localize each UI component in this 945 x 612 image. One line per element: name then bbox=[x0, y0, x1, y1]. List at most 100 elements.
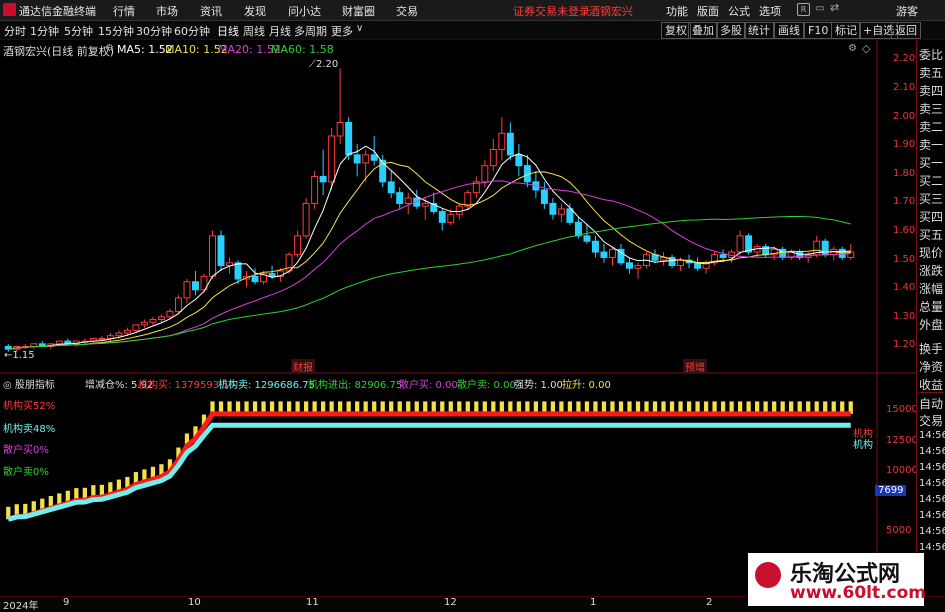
menu-trade[interactable]: 交易 bbox=[396, 3, 418, 19]
candle[interactable] bbox=[557, 208, 565, 215]
candle[interactable] bbox=[719, 254, 727, 258]
candle[interactable] bbox=[626, 262, 633, 269]
candle[interactable] bbox=[353, 154, 361, 164]
tf-60min[interactable]: 60分钟 bbox=[174, 23, 210, 39]
chevron-down-icon[interactable]: ∨ bbox=[356, 23, 363, 34]
candle[interactable] bbox=[736, 235, 744, 253]
swap-icon[interactable]: ⇄ bbox=[830, 1, 839, 14]
tool-back[interactable]: 返回 bbox=[891, 22, 921, 39]
candle[interactable] bbox=[98, 337, 106, 340]
candle[interactable] bbox=[634, 265, 642, 269]
candle[interactable] bbox=[498, 132, 506, 150]
indicator-name[interactable]: ◎ 股朋指标 bbox=[3, 376, 55, 391]
candle[interactable] bbox=[694, 262, 702, 269]
candle[interactable] bbox=[677, 259, 685, 267]
candle[interactable] bbox=[540, 189, 548, 204]
candle[interactable] bbox=[132, 324, 140, 331]
menu-formula[interactable]: 公式 bbox=[728, 3, 750, 19]
menu-market[interactable]: 市场 bbox=[156, 3, 178, 19]
candle[interactable] bbox=[319, 175, 327, 183]
tool-draw[interactable]: 画线 bbox=[774, 22, 804, 39]
candle[interactable] bbox=[234, 262, 242, 280]
tool-f10[interactable]: F10 bbox=[804, 22, 833, 39]
candle[interactable] bbox=[447, 213, 455, 223]
candle[interactable] bbox=[251, 275, 259, 283]
candle[interactable] bbox=[174, 297, 182, 312]
login-warning[interactable]: 证券交易未登录 bbox=[513, 3, 590, 19]
candle[interactable] bbox=[140, 321, 148, 326]
candle[interactable] bbox=[328, 135, 336, 183]
candle[interactable] bbox=[608, 248, 616, 258]
tf-weekly[interactable]: 周线 bbox=[243, 23, 265, 39]
event-preincrease[interactable]: 预增 bbox=[683, 359, 707, 374]
candle[interactable] bbox=[311, 175, 319, 204]
candle[interactable] bbox=[404, 197, 412, 204]
tf-more[interactable]: 更多 bbox=[331, 23, 353, 39]
kline-chart[interactable] bbox=[0, 40, 916, 596]
tf-30min[interactable]: 30分钟 bbox=[136, 23, 172, 39]
candle[interactable] bbox=[549, 202, 557, 215]
candle[interactable] bbox=[123, 329, 131, 334]
candle[interactable] bbox=[583, 235, 591, 242]
candle[interactable] bbox=[387, 181, 395, 194]
tf-5min[interactable]: 5分钟 bbox=[64, 23, 93, 39]
minimize-icon[interactable]: ▭ bbox=[815, 3, 824, 14]
candle[interactable] bbox=[294, 235, 302, 256]
r-icon[interactable]: R bbox=[797, 3, 810, 16]
candle[interactable] bbox=[106, 335, 114, 339]
menu-wealth[interactable]: 财富圈 bbox=[342, 3, 375, 19]
tool-stats[interactable]: 统计 bbox=[744, 22, 774, 39]
menu-ask[interactable]: 问小达 bbox=[288, 3, 321, 19]
candle[interactable] bbox=[600, 251, 608, 258]
candle[interactable] bbox=[489, 148, 497, 167]
menu-discover[interactable]: 发现 bbox=[244, 3, 266, 19]
rp-trade[interactable]: 交易 bbox=[919, 410, 943, 432]
menu-layout[interactable]: 版面 bbox=[697, 3, 719, 19]
collapse-icon[interactable]: ◇ bbox=[862, 42, 870, 55]
candle[interactable] bbox=[506, 132, 514, 156]
candle[interactable] bbox=[821, 240, 829, 256]
tool-mark[interactable]: 标记 bbox=[831, 22, 861, 39]
tf-15min[interactable]: 15分钟 bbox=[98, 23, 134, 39]
candle[interactable] bbox=[464, 192, 472, 207]
tf-multi[interactable]: 多周期 bbox=[294, 23, 327, 39]
candle[interactable] bbox=[157, 316, 165, 321]
candle[interactable] bbox=[183, 281, 191, 299]
candle[interactable] bbox=[481, 165, 489, 183]
candle[interactable] bbox=[345, 121, 353, 156]
candle[interactable] bbox=[191, 281, 199, 291]
candle[interactable] bbox=[438, 211, 446, 223]
tf-intraday[interactable]: 分时 bbox=[4, 23, 26, 39]
candle[interactable] bbox=[209, 235, 216, 277]
candle[interactable] bbox=[838, 248, 846, 258]
tool-overlay[interactable]: 叠加 bbox=[688, 22, 718, 39]
settings-icon[interactable]: ⚙ bbox=[848, 43, 857, 54]
candle[interactable] bbox=[55, 340, 63, 345]
menu-options[interactable]: 选项 bbox=[759, 3, 781, 19]
candle[interactable] bbox=[149, 319, 157, 323]
candle[interactable] bbox=[455, 205, 463, 215]
menu-function[interactable]: 功能 bbox=[666, 3, 688, 19]
tool-adjust[interactable]: 复权 bbox=[661, 22, 691, 39]
candle[interactable] bbox=[362, 154, 370, 164]
menu-quotes[interactable]: 行情 bbox=[113, 3, 135, 19]
tf-1min[interactable]: 1分钟 bbox=[30, 23, 59, 39]
candle[interactable] bbox=[574, 221, 582, 237]
tf-monthly[interactable]: 月线 bbox=[269, 23, 291, 39]
guest-label[interactable]: 游客 bbox=[896, 3, 918, 19]
candle[interactable] bbox=[421, 202, 429, 207]
candle[interactable] bbox=[370, 154, 378, 161]
candle[interactable] bbox=[591, 240, 599, 253]
candle[interactable] bbox=[515, 154, 523, 167]
tool-multistock[interactable]: 多股 bbox=[716, 22, 746, 39]
tf-daily[interactable]: 日线 bbox=[217, 23, 239, 39]
candle[interactable] bbox=[217, 235, 225, 267]
candle[interactable] bbox=[115, 332, 123, 337]
event-report[interactable]: 财报 bbox=[291, 359, 315, 374]
candle[interactable] bbox=[396, 192, 404, 204]
candle[interactable] bbox=[166, 310, 174, 318]
candle[interactable] bbox=[336, 121, 344, 137]
settings-gear-icon[interactable]: ⚙ bbox=[105, 43, 114, 54]
menu-news[interactable]: 资讯 bbox=[200, 3, 222, 19]
candle[interactable] bbox=[302, 202, 310, 237]
